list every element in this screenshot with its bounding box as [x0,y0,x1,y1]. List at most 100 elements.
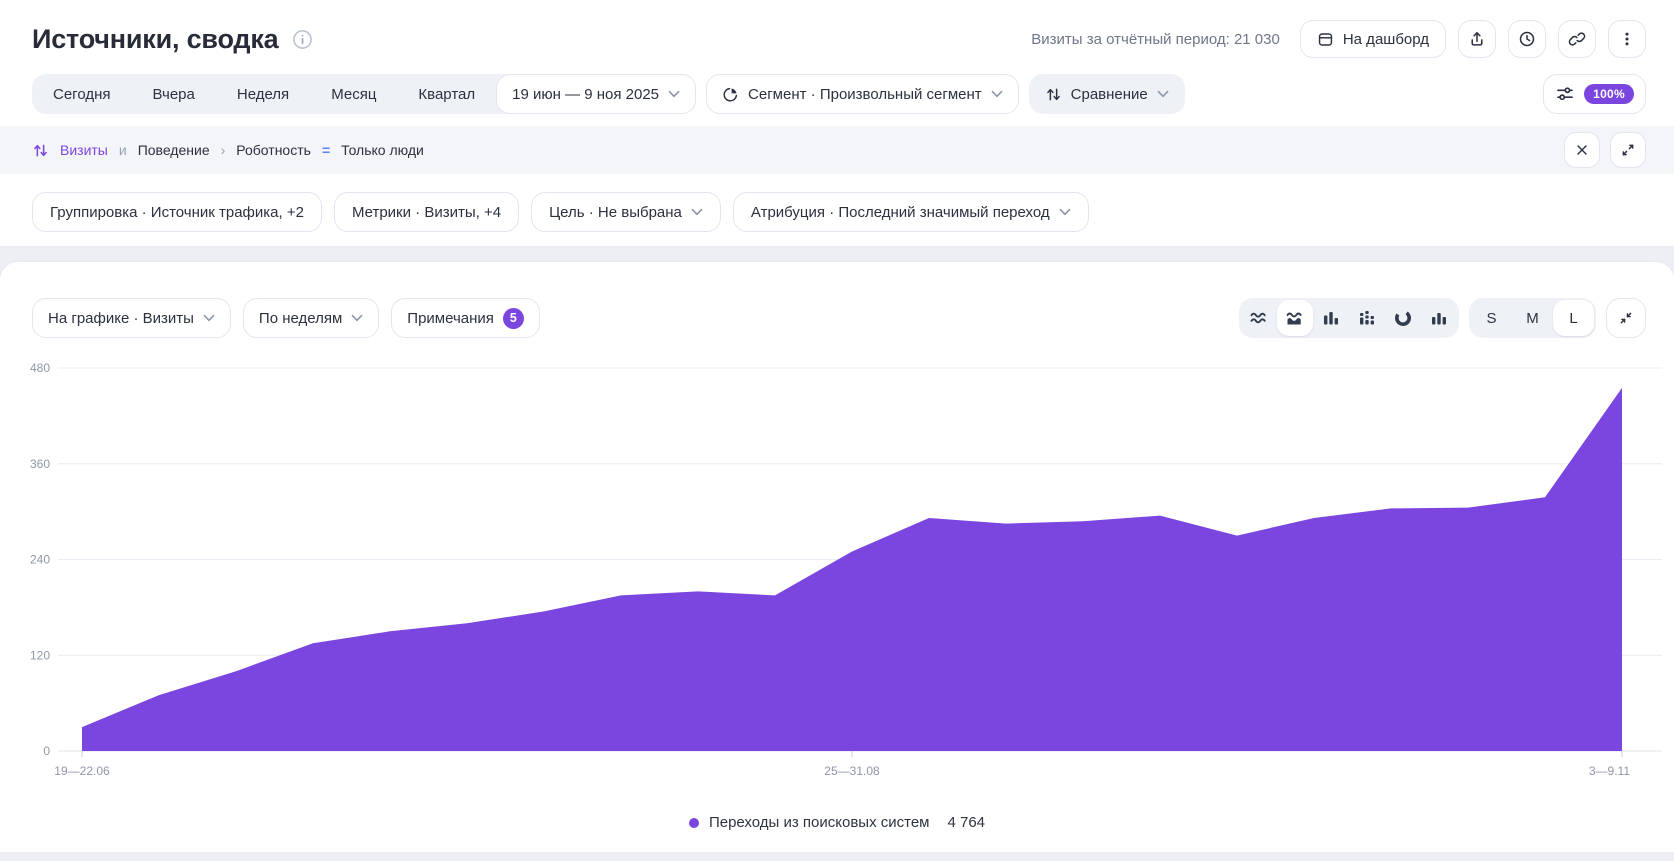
period-tab-group: Сегодня Вчера Неделя Месяц Квартал 19 ию… [32,74,696,114]
history-button[interactable] [1508,20,1546,58]
sliders-icon [1555,84,1575,104]
pie-chart-button[interactable] [1385,300,1421,336]
granularity-label: По неделям [259,310,342,327]
kebab-menu-icon [1618,30,1636,48]
chevron-down-icon [1059,208,1071,216]
tab-quarter[interactable]: Квартал [397,74,496,114]
chevron-down-icon [351,314,363,322]
sampling-button[interactable]: 100% [1543,74,1646,114]
goal-label: Цель · Не выбрана [549,204,682,221]
date-range-label: 19 июн — 9 ноя 2025 [512,86,659,103]
size-m-button[interactable]: M [1512,300,1553,336]
grouping-label: Группировка · Источник трафика, +2 [50,204,304,221]
stacked-bar-chart-button[interactable] [1349,300,1385,336]
line-chart-button[interactable] [1241,300,1277,336]
tab-week[interactable]: Неделя [216,74,310,114]
report-settings-row: Группировка · Источник трафика, +2 Метри… [32,192,1646,232]
to-dashboard-button[interactable]: На дашборд [1300,20,1446,58]
area-chart-icon [1285,308,1305,328]
date-range-picker[interactable]: 19 июн — 9 ноя 2025 [496,74,696,114]
segment-pie-icon [722,86,739,103]
granularity-selector[interactable]: По неделям [243,298,379,338]
filter-value[interactable]: Только люди [341,142,424,158]
svg-text:25—31.08: 25—31.08 [824,764,880,778]
filter-and: и [119,142,127,158]
collapse-chart-button[interactable] [1606,298,1646,338]
legend-label[interactable]: Переходы из поисковых систем [709,814,930,831]
svg-text:19—22.06: 19—22.06 [54,764,110,778]
column-chart-button[interactable] [1421,300,1457,336]
compare-label: Сравнение [1071,86,1148,103]
chevron-down-icon [203,314,215,322]
more-menu-button[interactable] [1608,20,1646,58]
chevron-down-icon [691,208,703,216]
dashboard-icon [1317,31,1334,48]
sampling-badge: 100% [1584,84,1634,104]
area-chart-button[interactable] [1277,300,1313,336]
expand-filter-button[interactable] [1610,132,1646,168]
tab-month[interactable]: Месяц [310,74,397,114]
filter-separator: › [221,142,226,158]
size-s-button[interactable]: S [1471,300,1512,336]
period-toolbar: Сегодня Вчера Неделя Месяц Квартал 19 ию… [32,74,1646,114]
bar-chart-icon [1321,308,1341,328]
on-chart-selector[interactable]: На графике · Визиты [32,298,231,338]
goal-chip[interactable]: Цель · Не выбрана [531,192,721,232]
svg-text:480: 480 [30,361,50,375]
expand-icon [1620,142,1636,158]
svg-text:240: 240 [30,553,50,567]
page-bottom-strip [0,852,1674,861]
share-icon [1468,30,1486,48]
tab-yesterday[interactable]: Вчера [132,74,216,114]
chart-toolbar: На графике · Визиты По неделям Примечани… [32,298,1646,338]
bar-chart-button[interactable] [1313,300,1349,336]
attribution-label: Атрибуция · Последний значимый переход [751,204,1050,221]
size-l-button[interactable]: L [1553,300,1594,336]
copy-link-button[interactable] [1558,20,1596,58]
filter-bar: Визиты и Поведение › Роботность = Только… [0,126,1674,174]
compare-arrows-icon [1045,86,1062,103]
filter-section[interactable]: Поведение [138,142,210,158]
grouping-chip[interactable]: Группировка · Источник трафика, +2 [32,192,322,232]
filter-metric[interactable]: Визиты [60,142,108,158]
chart-legend: Переходы из поисковых систем 4 764 [0,814,1674,831]
pie-chart-icon [1393,308,1413,328]
filter-operator: = [322,142,330,158]
info-icon[interactable] [292,29,313,50]
line-chart-icon [1249,308,1269,328]
visits-area-chart[interactable]: 480 360 240 120 0 19—22.06 25—31.08 3—9.11 [0,343,1674,788]
collapse-icon [1618,310,1634,326]
svg-text:120: 120 [30,648,50,662]
stacked-bar-chart-icon [1357,308,1377,328]
notes-count-badge: 5 [503,308,524,329]
metrics-chip[interactable]: Метрики · Визиты, +4 [334,192,519,232]
link-icon [1568,30,1586,48]
chart-card: На графике · Визиты По неделям Примечани… [0,262,1674,852]
to-dashboard-label: На дашборд [1343,31,1429,48]
page-title: Источники, сводка [32,24,278,55]
segment-selector[interactable]: Сегмент · Произвольный сегмент [706,74,1019,114]
area-series [82,388,1622,751]
metrics-label: Метрики · Визиты, +4 [352,204,501,221]
tab-today[interactable]: Сегодня [32,74,132,114]
svg-text:0: 0 [43,744,50,758]
column-chart-icon [1429,308,1449,328]
notes-button[interactable]: Примечания 5 [391,298,540,338]
chevron-down-icon [668,90,680,98]
header: Источники, сводка Визиты за отчётный пер… [32,18,1646,60]
clear-filter-button[interactable] [1564,132,1600,168]
filter-dimension[interactable]: Роботность [236,142,311,158]
chart-size-group: S M L [1469,298,1596,338]
attribution-chip[interactable]: Атрибуция · Последний значимый переход [733,192,1089,232]
share-button[interactable] [1458,20,1496,58]
period-visits-summary: Визиты за отчётный период: 21 030 [1031,31,1280,48]
compare-selector[interactable]: Сравнение [1029,74,1185,114]
notes-label: Примечания [407,310,494,327]
visits-metric-icon [32,142,49,159]
on-chart-label: На графике · Визиты [48,310,194,327]
svg-text:360: 360 [30,457,50,471]
svg-text:3—9.11: 3—9.11 [1589,764,1630,778]
legend-marker [689,818,699,828]
chart-x-axis: 19—22.06 25—31.08 3—9.11 [54,751,1630,778]
chevron-down-icon [1157,90,1169,98]
